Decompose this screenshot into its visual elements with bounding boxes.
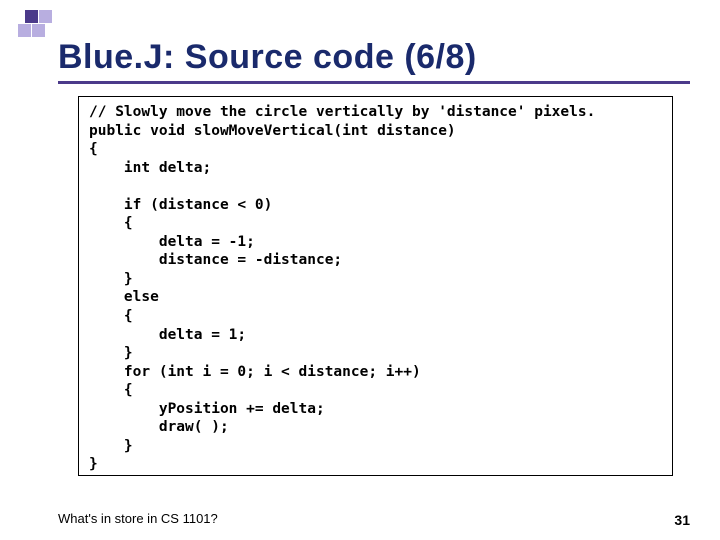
code-line: }	[89, 345, 133, 361]
code-line: // Slowly move the circle vertically by …	[89, 104, 595, 120]
logo-square	[18, 24, 31, 37]
code-line: {	[89, 382, 133, 398]
code-line: else	[89, 289, 159, 305]
code-line: {	[89, 215, 133, 231]
slide-logo	[18, 10, 52, 44]
code-block: // Slowly move the circle vertically by …	[78, 96, 673, 476]
logo-square	[32, 24, 45, 37]
code-line: }	[89, 271, 133, 287]
code-line: {	[89, 308, 133, 324]
code-content: // Slowly move the circle vertically by …	[89, 103, 662, 474]
slide-number: 31	[674, 512, 690, 528]
code-line: int delta;	[89, 160, 211, 176]
code-line: for (int i = 0; i < distance; i++)	[89, 364, 421, 380]
code-line: public void slowMoveVertical(int distanc…	[89, 123, 456, 139]
code-line: distance = -distance;	[89, 252, 342, 268]
logo-square	[25, 10, 38, 23]
code-line: if (distance < 0)	[89, 197, 272, 213]
code-line: {	[89, 141, 98, 157]
footer-text: What's in store in CS 1101?	[58, 511, 218, 526]
slide-title: Blue.J: Source code (6/8)	[58, 38, 690, 84]
code-line: }	[89, 438, 133, 454]
code-line: delta = 1;	[89, 327, 246, 343]
code-line: draw( );	[89, 419, 229, 435]
logo-square	[39, 10, 52, 23]
code-line: }	[89, 456, 98, 472]
code-line: yPosition += delta;	[89, 401, 325, 417]
code-line: delta = -1;	[89, 234, 255, 250]
